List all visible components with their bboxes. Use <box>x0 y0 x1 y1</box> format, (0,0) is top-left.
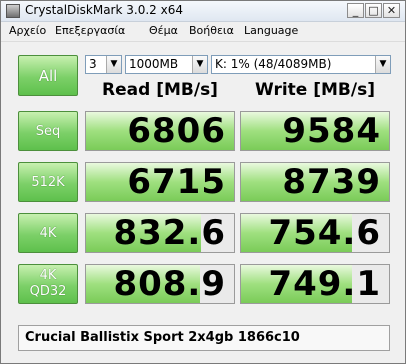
app-icon <box>6 4 20 18</box>
seq-read-cell: 6806 <box>85 111 235 151</box>
4k-qd32-test-button[interactable]: 4K QD32 <box>18 264 78 304</box>
menu-theme[interactable]: Θέμα <box>149 24 178 37</box>
4k-qd32-label-line2: QD32 <box>29 284 67 299</box>
512k-test-button[interactable]: 512K <box>18 162 78 202</box>
seq-read-value: 6806 <box>127 111 226 151</box>
512k-read-value: 6715 <box>127 162 226 202</box>
maximize-button[interactable]: □ <box>365 3 382 18</box>
4k-qd32-write-cell: 749.1 <box>240 264 390 304</box>
size-value: 1000MB <box>129 57 179 71</box>
4k-write-cell: 754.6 <box>240 213 390 253</box>
chevron-down-icon: ▼ <box>106 56 121 73</box>
4k-qd32-write-value: 749.1 <box>268 264 381 304</box>
menu-file[interactable]: Αρχείο <box>9 24 46 37</box>
window-title: CrystalDiskMark 3.0.2 x64 <box>25 3 183 17</box>
close-button[interactable]: ✕ <box>383 3 400 18</box>
read-column-header: Read [MB/s] <box>102 80 218 100</box>
app-window: CrystalDiskMark 3.0.2 x64 _ □ ✕ Αρχείο Ε… <box>0 0 406 364</box>
seq-test-button[interactable]: Seq <box>18 111 78 151</box>
512k-write-cell: 8739 <box>240 162 390 202</box>
comment-field[interactable]: Crucial Ballistix Sport 2x4gb 1866c10 <box>18 325 390 351</box>
seq-write-cell: 9584 <box>240 111 390 151</box>
4k-read-cell: 832.6 <box>85 213 235 253</box>
menu-help[interactable]: Βοήθεια <box>189 24 234 37</box>
runs-value: 3 <box>89 57 97 71</box>
title-bar[interactable]: CrystalDiskMark 3.0.2 x64 _ □ ✕ <box>1 1 405 22</box>
4k-read-value: 832.6 <box>113 213 226 253</box>
4k-qd32-label-line1: 4K <box>39 268 57 283</box>
menu-bar: Αρχείο Επεξεργασία Θέμα Βοήθεια Language <box>1 22 405 42</box>
512k-read-cell: 6715 <box>85 162 235 202</box>
chevron-down-icon: ▼ <box>192 56 207 73</box>
minimize-button[interactable]: _ <box>347 3 364 18</box>
seq-write-value: 9584 <box>282 111 381 151</box>
4k-qd32-read-value: 808.9 <box>113 264 226 304</box>
menu-edit[interactable]: Επεξεργασία <box>55 24 125 37</box>
drive-value: K: 1% (48/4089MB) <box>215 57 332 71</box>
512k-write-value: 8739 <box>282 162 381 202</box>
menu-language[interactable]: Language <box>244 24 298 37</box>
runs-select[interactable]: 3 ▼ <box>85 55 122 74</box>
chevron-down-icon: ▼ <box>375 56 390 73</box>
4k-test-button[interactable]: 4K <box>18 213 78 253</box>
drive-select[interactable]: K: 1% (48/4089MB) ▼ <box>211 55 391 74</box>
4k-write-value: 754.6 <box>268 213 381 253</box>
write-column-header: Write [MB/s] <box>255 80 375 100</box>
size-select[interactable]: 1000MB ▼ <box>125 55 208 74</box>
run-all-button[interactable]: All <box>18 55 78 96</box>
4k-qd32-read-cell: 808.9 <box>85 264 235 304</box>
